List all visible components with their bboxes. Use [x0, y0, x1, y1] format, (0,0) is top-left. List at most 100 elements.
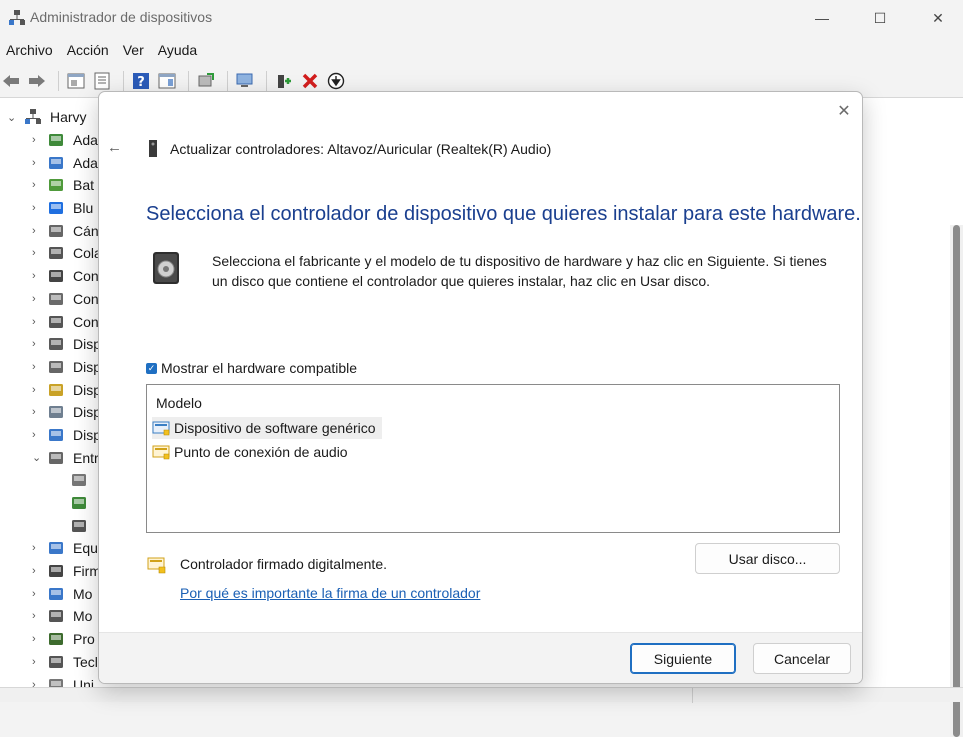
scrollbar-thumb[interactable]	[953, 225, 960, 737]
cancel-button[interactable]: Cancelar	[753, 643, 851, 674]
dialog-close-button[interactable]: ✕	[834, 101, 854, 121]
chevron-right-icon[interactable]: ›	[32, 134, 36, 146]
tree-item[interactable]: › Ada	[0, 129, 100, 152]
tree-item-label: Disp	[73, 404, 102, 421]
menu-archivo[interactable]: Archivo	[0, 40, 59, 62]
chevron-right-icon[interactable]: ›	[32, 225, 36, 237]
vertical-scrollbar[interactable]	[950, 225, 963, 737]
tree-item[interactable]: › Bat	[0, 174, 100, 197]
scan-hardware-icon[interactable]	[234, 70, 256, 92]
chevron-right-icon[interactable]: ›	[32, 338, 36, 350]
chevron-right-icon[interactable]: ›	[32, 361, 36, 373]
tree-item[interactable]: › Cola	[0, 242, 102, 265]
chevron-down-icon[interactable]: ⌄	[32, 451, 41, 464]
tree-item[interactable]: › Disp	[0, 378, 101, 401]
camera-icon	[49, 224, 63, 237]
tree-item[interactable]	[0, 492, 100, 515]
network-card-child-icon	[72, 497, 86, 510]
chevron-right-icon[interactable]: ›	[32, 656, 36, 668]
tree-item[interactable]: › Mo	[0, 582, 100, 605]
back-arrow-icon[interactable]: ←	[107, 139, 122, 156]
dialog-heading: Selecciona el controlador de dispositivo…	[146, 203, 861, 225]
update-driver-icon[interactable]	[195, 70, 217, 92]
tree-item[interactable]: › Con	[0, 265, 100, 288]
storage-controller-icon	[49, 292, 63, 305]
chevron-right-icon[interactable]: ›	[32, 588, 36, 600]
tree-item[interactable]: › Blu	[0, 197, 100, 220]
show-compatible-checkbox[interactable]: ✓	[146, 362, 157, 374]
tree-item[interactable]: › Cán	[0, 219, 100, 242]
title-bar: Administrador de dispositivos — ☐ ✕	[0, 0, 963, 36]
tree-item-label: Disp	[73, 426, 102, 443]
chevron-right-icon[interactable]: ›	[32, 406, 36, 418]
usb-controller-icon	[49, 315, 63, 328]
chevron-right-icon[interactable]: ›	[32, 610, 36, 622]
tree-item-label: Mo	[73, 585, 93, 602]
menu-accion[interactable]: Acción	[61, 40, 115, 62]
minimize-button[interactable]: —	[793, 0, 851, 36]
tree-item[interactable]: › Pro	[0, 628, 100, 651]
svg-text:?: ?	[137, 75, 145, 90]
chevron-right-icon[interactable]: ›	[32, 270, 36, 282]
help-icon[interactable]: ?	[130, 70, 152, 92]
chevron-down-icon[interactable]: ⌄	[7, 111, 16, 124]
back-icon[interactable]	[0, 70, 22, 92]
tree-item[interactable]	[0, 514, 100, 537]
forward-icon[interactable]	[26, 70, 48, 92]
chevron-right-icon[interactable]: ›	[32, 293, 36, 305]
properties-icon[interactable]	[65, 70, 87, 92]
view-icon[interactable]	[156, 70, 178, 92]
chevron-right-icon[interactable]: ›	[32, 384, 36, 396]
tree-item-label: Entr	[73, 449, 99, 466]
tree-item[interactable]: › Tecl	[0, 651, 100, 674]
toolbar-separator	[188, 71, 189, 91]
tree-item-label: Disp	[73, 358, 102, 375]
chevron-right-icon[interactable]: ›	[32, 247, 36, 259]
model-item[interactable]: Dispositivo de software genérico	[152, 417, 382, 439]
chevron-right-icon[interactable]: ›	[32, 565, 36, 577]
tree-item[interactable]: › Con	[0, 288, 100, 311]
details-icon[interactable]	[91, 70, 113, 92]
tree-item[interactable]: ⌄ Entr	[0, 446, 100, 469]
signature-info-link[interactable]: Por qué es importante la firma de un con…	[180, 585, 480, 601]
tree-item[interactable]: › Equ	[0, 537, 100, 560]
chevron-right-icon[interactable]: ›	[32, 157, 36, 169]
menu-ver[interactable]: Ver	[117, 40, 150, 62]
add-driver-icon[interactable]	[273, 70, 295, 92]
chevron-right-icon[interactable]: ›	[32, 633, 36, 645]
uninstall-icon[interactable]	[299, 70, 321, 92]
keyboard-icon	[49, 655, 63, 668]
chevron-right-icon[interactable]: ›	[32, 179, 36, 191]
tree-item[interactable]: › Disp	[0, 333, 101, 356]
disable-icon[interactable]	[325, 70, 347, 92]
chevron-right-icon[interactable]: ›	[32, 316, 36, 328]
disk-icon	[49, 428, 63, 441]
chevron-right-icon[interactable]: ›	[32, 202, 36, 214]
tree-item[interactable]: › Disp	[0, 424, 102, 447]
toolbar-separator	[266, 71, 267, 91]
tree-item[interactable]: › Disp	[0, 401, 102, 424]
model-item[interactable]: Punto de conexión de audio	[152, 441, 354, 463]
tree-item[interactable]: › Con	[0, 310, 100, 333]
tree-item[interactable]: › Firm	[0, 560, 101, 583]
processor-icon	[49, 633, 63, 646]
firmware-icon	[49, 565, 63, 578]
microphone-child-icon	[72, 519, 86, 532]
tree-item-label: Equ	[73, 540, 98, 557]
tree-root[interactable]: ⌄ Harvy	[0, 106, 100, 129]
chevron-right-icon[interactable]: ›	[32, 542, 36, 554]
close-button[interactable]: ✕	[909, 0, 963, 36]
use-disk-button[interactable]: Usar disco...	[695, 543, 840, 574]
tree-item[interactable]: › Ada	[0, 151, 100, 174]
maximize-button[interactable]: ☐	[851, 0, 909, 36]
computer-root-icon	[25, 109, 41, 125]
next-button[interactable]: Siguiente	[630, 643, 736, 674]
model-listbox[interactable]: Modelo Dispositivo de software genérico …	[146, 384, 840, 533]
menu-ayuda[interactable]: Ayuda	[152, 40, 203, 62]
tree-item[interactable]: › Mo	[0, 605, 100, 628]
tree-item[interactable]: › Disp	[0, 356, 102, 379]
chevron-right-icon[interactable]: ›	[32, 429, 36, 441]
show-compatible-row[interactable]: ✓ Mostrar el hardware compatible	[146, 360, 357, 376]
status-divider	[692, 688, 693, 703]
tree-item[interactable]	[0, 469, 100, 492]
